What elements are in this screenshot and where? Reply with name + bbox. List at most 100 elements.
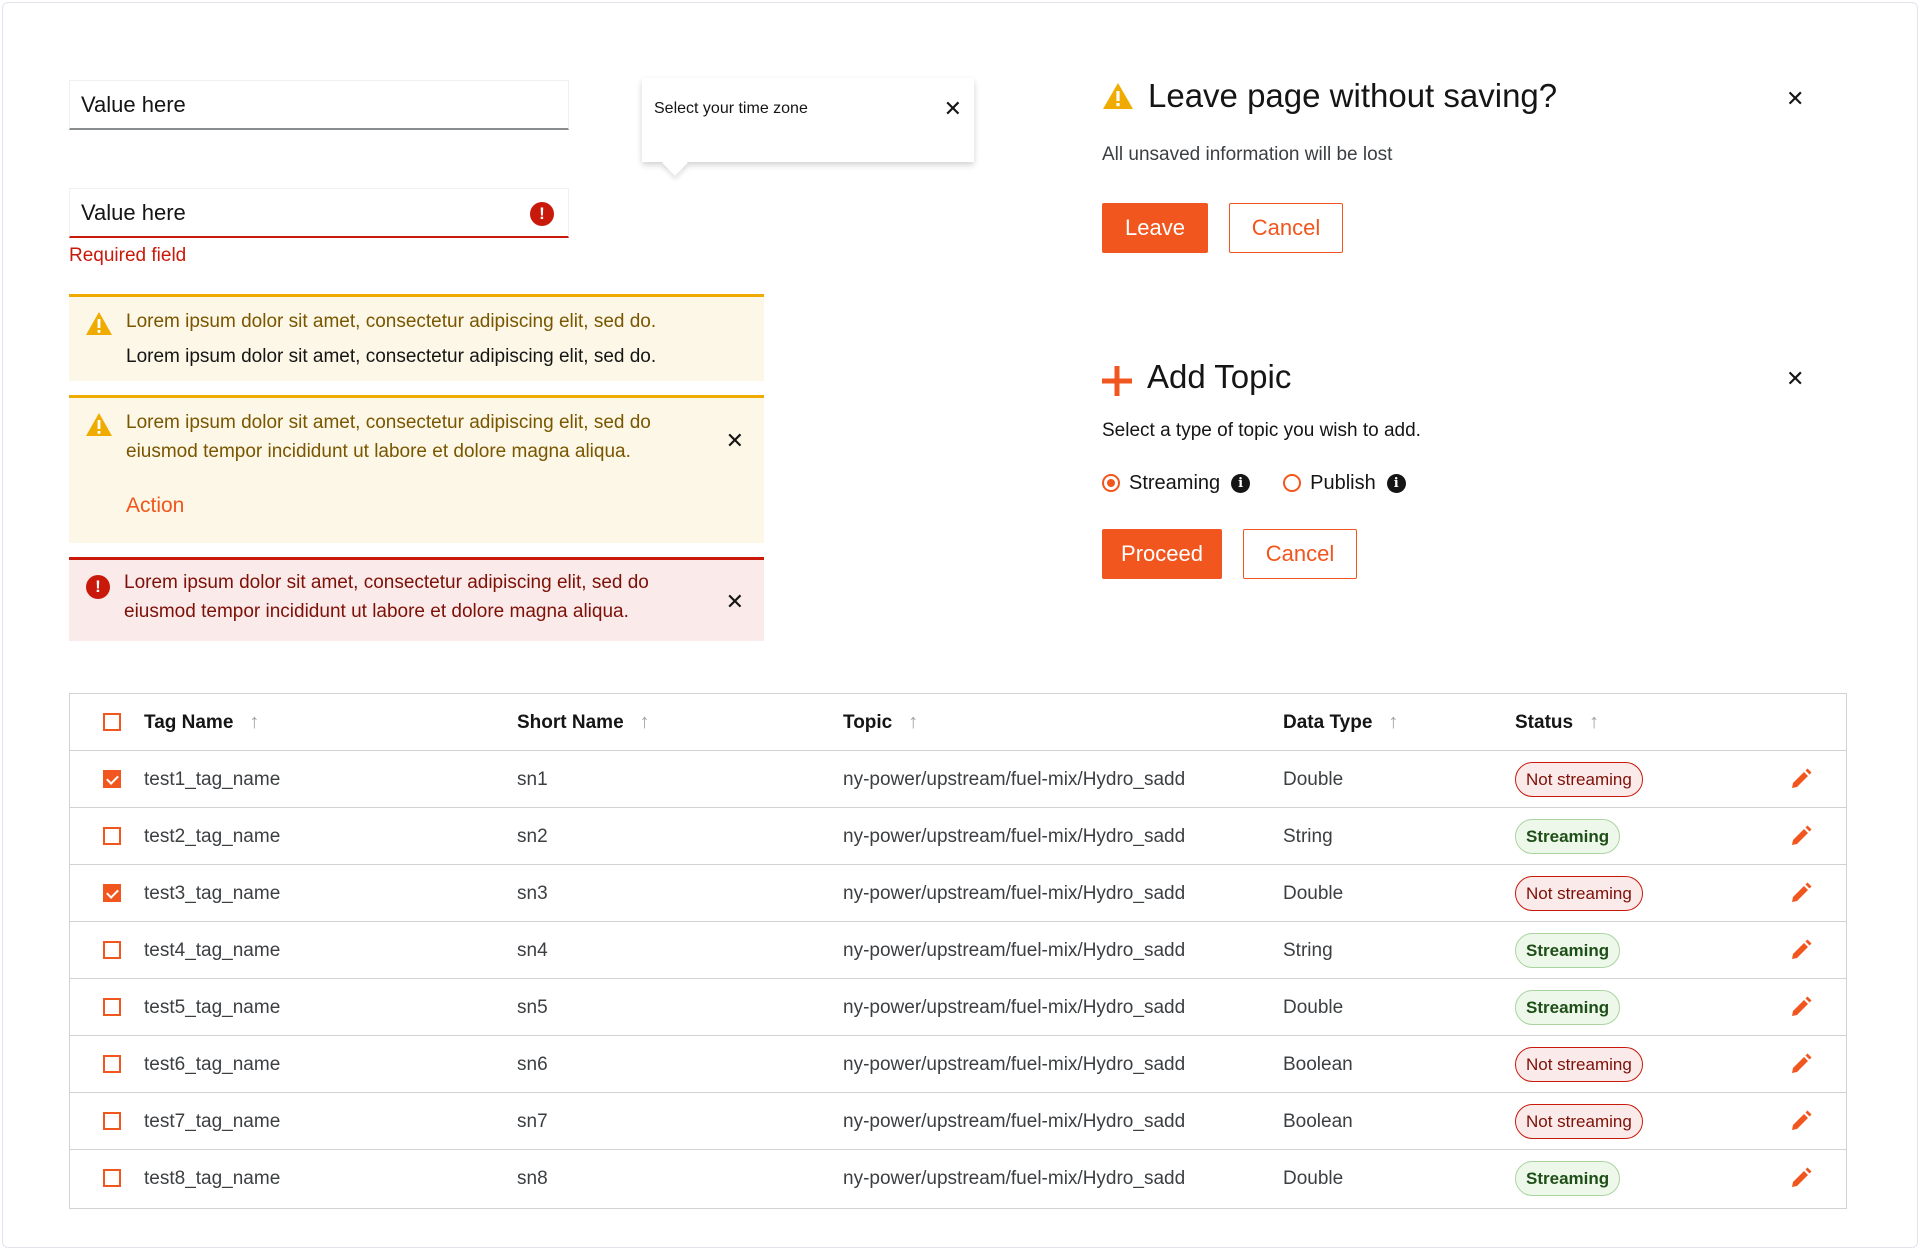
row-checkbox[interactable] — [103, 1169, 121, 1187]
header-label: Tag Name — [144, 711, 234, 733]
header-label: Short Name — [517, 711, 624, 733]
alert-body: Lorem ipsum dolor sit amet, consectetur … — [126, 346, 657, 367]
exclamation-circle-icon: ! — [86, 575, 110, 599]
select-all-checkbox[interactable] — [103, 713, 121, 731]
status-badge: Not streaming — [1515, 762, 1643, 797]
text-input-default[interactable]: Value here — [69, 80, 569, 130]
short-name-cell: sn5 — [517, 996, 548, 1018]
edit-pencil-icon[interactable] — [1790, 939, 1812, 961]
status-badge: Streaming — [1515, 933, 1621, 968]
row-checkbox[interactable] — [103, 827, 121, 845]
status-badge: Not streaming — [1515, 1104, 1643, 1139]
edit-pencil-icon[interactable] — [1790, 825, 1812, 847]
tags-table: Tag Name ↑ Short Name ↑ Topic ↑ Data Typ… — [69, 693, 1847, 1209]
column-header-topic[interactable]: Topic ↑ — [843, 694, 918, 751]
edit-pencil-icon[interactable] — [1790, 768, 1812, 790]
proceed-button[interactable]: Proceed — [1102, 529, 1222, 579]
cancel-button[interactable]: Cancel — [1229, 203, 1343, 253]
table-row: test5_tag_name sn5 ny-power/upstream/fuel-… — [70, 979, 1846, 1036]
data-type-cell: String — [1283, 939, 1333, 961]
header-label: Data Type — [1283, 711, 1373, 733]
sort-arrow-up-icon[interactable]: ↑ — [1388, 711, 1398, 734]
topic-cell: ny-power/upstream/fuel-mix/Hydro_sadd — [843, 768, 1186, 790]
short-name-cell: sn7 — [517, 1110, 548, 1132]
radio-streaming[interactable] — [1102, 474, 1120, 492]
tag-name-cell: test1_tag_name — [144, 768, 281, 790]
topic-cell: ny-power/upstream/fuel-mix/Hydro_sadd — [843, 1053, 1186, 1075]
topic-cell: ny-power/upstream/fuel-mix/Hydro_sadd — [843, 825, 1186, 847]
status-badge: Streaming — [1515, 1161, 1621, 1196]
sort-arrow-up-icon[interactable]: ↑ — [1589, 711, 1599, 734]
column-header-status[interactable]: Status ↑ — [1515, 694, 1599, 751]
info-icon[interactable]: i — [1231, 473, 1251, 493]
data-type-cell: Double — [1283, 996, 1344, 1018]
table-row: test3_tag_name sn3 ny-power/upstream/fuel-… — [70, 865, 1846, 922]
row-checkbox[interactable] — [103, 941, 121, 959]
status-badge: Not streaming — [1515, 876, 1643, 911]
row-checkbox[interactable] — [103, 998, 121, 1016]
short-name-cell: sn8 — [517, 1167, 548, 1189]
edit-pencil-icon[interactable] — [1790, 1110, 1812, 1132]
header-label: Status — [1515, 711, 1574, 733]
sort-arrow-up-icon[interactable]: ↑ — [908, 711, 918, 734]
topic-modal-body: Select a type of topic you wish to add. — [1102, 420, 1421, 441]
row-checkbox[interactable] — [103, 770, 121, 788]
alert-action-link[interactable]: Action — [126, 494, 184, 518]
row-checkbox[interactable] — [103, 1112, 121, 1130]
data-type-cell: Double — [1283, 1167, 1344, 1189]
cancel-button[interactable]: Cancel — [1243, 529, 1357, 579]
warning-triangle-icon — [86, 413, 112, 436]
topic-cell: ny-power/upstream/fuel-mix/Hydro_sadd — [843, 882, 1186, 904]
data-type-cell: Boolean — [1283, 1053, 1353, 1075]
column-header-data-type[interactable]: Data Type ↑ — [1283, 694, 1398, 751]
edit-pencil-icon[interactable] — [1790, 1167, 1812, 1189]
table-row: test1_tag_name sn1 ny-power/upstream/fuel-… — [70, 751, 1846, 808]
alert-title-line-1: Lorem ipsum dolor sit amet, consectetur … — [126, 412, 651, 433]
status-badge: Streaming — [1515, 990, 1621, 1025]
alert-title-line-1: Lorem ipsum dolor sit amet, consectetur … — [124, 572, 649, 593]
input-value: Value here — [81, 199, 186, 225]
edit-pencil-icon[interactable] — [1790, 882, 1812, 904]
row-checkbox[interactable] — [103, 1055, 121, 1073]
column-header-tag-name[interactable]: Tag Name ↑ — [144, 694, 259, 751]
data-type-cell: Boolean — [1283, 1110, 1353, 1132]
status-badge: Not streaming — [1515, 1047, 1643, 1082]
topic-type-radio-group: Streaming i Publish i — [1102, 469, 1406, 497]
topic-cell: ny-power/upstream/fuel-mix/Hydro_sadd — [843, 939, 1186, 961]
sort-arrow-up-icon[interactable]: ↑ — [640, 711, 650, 734]
timezone-popover: Select your time zone ✕ — [642, 78, 974, 176]
row-checkbox[interactable] — [103, 884, 121, 902]
table-row: test6_tag_name sn6 ny-power/upstream/fuel-… — [70, 1036, 1846, 1093]
radio-label-streaming: Streaming — [1129, 471, 1221, 494]
leave-modal-title: Leave page without saving? — [1148, 77, 1558, 114]
danger-alert: ! Lorem ipsum dolor sit amet, consectetu… — [69, 557, 764, 641]
leave-button[interactable]: Leave — [1102, 203, 1208, 253]
column-header-short-name[interactable]: Short Name ↑ — [517, 694, 650, 751]
leave-modal-body: All unsaved information will be lost — [1102, 144, 1393, 165]
alert-title: Lorem ipsum dolor sit amet, consectetur … — [126, 311, 657, 332]
topic-cell: ny-power/upstream/fuel-mix/Hydro_sadd — [843, 1110, 1186, 1132]
table-header-row: Tag Name ↑ Short Name ↑ Topic ↑ Data Typ… — [70, 694, 1846, 751]
close-icon[interactable]: ✕ — [726, 428, 744, 454]
warning-alert-inline: Lorem ipsum dolor sit amet, consectetur … — [69, 294, 764, 381]
short-name-cell: sn2 — [517, 825, 548, 847]
edit-pencil-icon[interactable] — [1790, 996, 1812, 1018]
sort-arrow-up-icon[interactable]: ↑ — [249, 711, 259, 734]
radio-label-publish: Publish — [1310, 471, 1376, 494]
radio-selected-dot — [1107, 479, 1115, 487]
tag-name-cell: test6_tag_name — [144, 1053, 281, 1075]
short-name-cell: sn4 — [517, 939, 548, 961]
info-icon[interactable]: i — [1386, 473, 1406, 493]
close-icon[interactable]: ✕ — [944, 96, 962, 122]
alert-title-line-2: eiusmod tempor incididunt ut labore et d… — [126, 441, 631, 462]
table-row: test4_tag_name sn4 ny-power/upstream/fuel-… — [70, 922, 1846, 979]
edit-pencil-icon[interactable] — [1790, 1053, 1812, 1075]
radio-publish[interactable] — [1283, 474, 1302, 492]
close-icon[interactable]: ✕ — [1786, 366, 1804, 392]
text-input-error[interactable]: Value here ! — [69, 188, 569, 238]
tag-name-cell: test7_tag_name — [144, 1110, 281, 1132]
close-icon[interactable]: ✕ — [726, 589, 744, 615]
short-name-cell: sn3 — [517, 882, 548, 904]
plus-icon — [1102, 366, 1132, 396]
close-icon[interactable]: ✕ — [1786, 86, 1804, 112]
